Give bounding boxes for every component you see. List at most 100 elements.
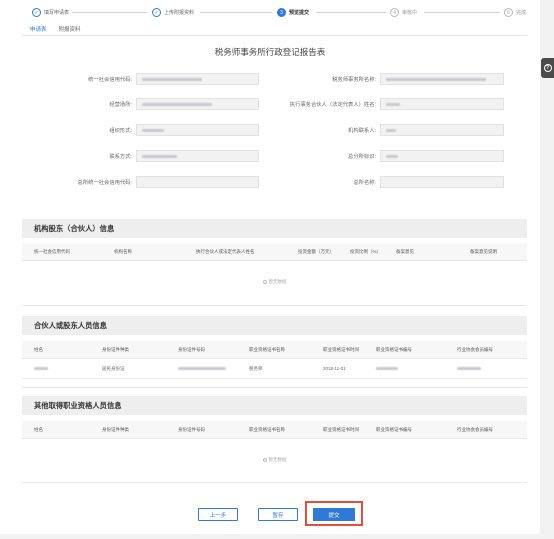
field-credit-code: 统一社会信用代码: (60, 73, 259, 85)
divider (22, 305, 527, 306)
step-label: 审核中 (402, 10, 418, 16)
step-connector (200, 12, 272, 13)
field-org-form: 组织形式: (60, 124, 259, 136)
step-3: 3 预览提交 (277, 8, 309, 17)
section-shareholders: 机构股东（合伙人）信息 统一社会信用代码 机构名称 执行合伙人或法定代表人姓名 … (22, 219, 527, 285)
help-button[interactable]: ? (541, 58, 554, 78)
cell-id-no (166, 359, 237, 379)
cell-id-type: 居民身份证 (102, 365, 125, 371)
column-header: 备案意见说明 (470, 248, 497, 254)
step-1: ✓ 填写申请表 (32, 8, 69, 17)
credit-code-input[interactable] (136, 73, 259, 85)
column-header: 职业资格证书时间 (323, 426, 359, 432)
section-title: 合伙人或股东人员信息 (22, 316, 527, 335)
org-form-input[interactable] (136, 124, 259, 136)
field-label: 机构联系人: (348, 128, 376, 134)
partner-input[interactable] (380, 98, 504, 110)
divider (22, 482, 527, 483)
column-header: 行业协会会员编号 (457, 346, 493, 352)
check-icon: ✓ (32, 8, 41, 17)
field-label: 总所统一社会信用代码: (77, 180, 132, 186)
column-header: 姓名 (34, 346, 43, 352)
field-firm-name: 税务师事务所名称: (270, 73, 504, 85)
form-title: 税务师事务所行政登记报告表 (214, 47, 326, 57)
step-number: 5 (504, 8, 513, 17)
column-header: 身份证件号码 (178, 346, 205, 352)
cell-member-no (445, 359, 527, 379)
field-address: 经营场所: (60, 98, 259, 110)
column-header: 职业资格证书编号 (376, 426, 412, 432)
empty-icon (262, 279, 267, 284)
field-label: 统一社会信用代码: (88, 77, 132, 83)
cell-cert-date: 2018-11-01 (323, 366, 346, 371)
submit-button[interactable]: 提交 (313, 508, 355, 521)
column-header: 投资金额（万元） (298, 248, 334, 254)
column-header: 机构名称 (114, 248, 132, 254)
save-draft-button[interactable]: 暂存 (258, 508, 298, 521)
column-header: 备案意见 (396, 248, 414, 254)
table-header: 统一社会信用代码 机构名称 执行合伙人或法定代表人姓名 投资金额（万元） 投资比… (22, 243, 527, 261)
field-hq-flag: 总分所标识: (270, 150, 504, 162)
field-label: 组织形式: (109, 128, 132, 134)
step-connector (72, 12, 147, 13)
field-label: 总分所标识: (348, 154, 376, 160)
field-contact: 机构联系人: (270, 124, 504, 136)
step-label: 完成 (516, 10, 527, 16)
firm-name-input[interactable] (380, 73, 504, 85)
divider (22, 35, 527, 36)
column-header: 职业资格证书名称 (249, 346, 285, 352)
cell-cert-name: 税务师 (249, 365, 263, 371)
step-number: 4 (390, 8, 399, 17)
hq-name-input[interactable] (380, 176, 504, 188)
column-header: 职业资格证书编号 (376, 346, 412, 352)
check-icon: ✓ (152, 8, 161, 17)
column-header: 身份证件种类 (102, 346, 129, 352)
field-label: 经营场所: (109, 102, 132, 108)
column-header: 职业资格证书时间 (323, 346, 359, 352)
step-label: 上传附报资料 (164, 10, 195, 16)
field-partner: 执行事务合伙人（法定代表人）姓名: (270, 98, 504, 110)
step-connector (316, 12, 386, 13)
step-2: ✓ 上传附报资料 (152, 8, 194, 17)
table-header: 姓名 身份证件种类 身份证件号码 职业资格证书名称 职业资格证书时间 职业资格证… (22, 341, 527, 359)
prev-step-button[interactable]: 上一步 (198, 508, 238, 521)
field-hq-credit-code: 总所统一社会信用代码: (60, 176, 259, 188)
divider (22, 387, 527, 388)
table-header: 姓名 身份证件种类 身份证件号码 职业资格证书名称 职业资格证书时间 职业资格证… (22, 421, 527, 439)
column-header: 姓名 (34, 426, 43, 432)
empty-state: 暂无数据 (22, 279, 527, 285)
section-title: 其他取得职业资格人员信息 (22, 396, 527, 415)
progress-steps: ✓ 填写申请表 ✓ 上传附报资料 3 预览提交 4 审核中 5 完成 (0, 0, 540, 22)
contact-input[interactable] (380, 124, 504, 136)
section-partners: 合伙人或股东人员信息 姓名 身份证件种类 身份证件号码 职业资格证书名称 职业资… (22, 316, 527, 379)
hq-credit-code-input[interactable] (136, 176, 259, 188)
field-label: 总所名称: (353, 180, 376, 186)
step-number: 3 (277, 8, 286, 17)
cell-cert-no (364, 359, 445, 379)
field-label: 联系方式: (109, 154, 132, 160)
table-row: 居民身份证 税务师 2018-11-01 (22, 359, 527, 379)
field-label: 执行事务合伙人（法定代表人）姓名: (289, 102, 376, 108)
column-header: 投资比例（%） (350, 248, 382, 254)
column-header: 身份证件种类 (102, 426, 129, 432)
step-4: 4 审核中 (390, 8, 417, 17)
empty-icon (262, 457, 267, 462)
field-label: 税务师事务所名称: (332, 77, 376, 83)
address-input[interactable] (136, 98, 259, 110)
help-icon: ? (543, 64, 552, 72)
section-qualified-staff: 其他取得职业资格人员信息 姓名 身份证件种类 身份证件号码 职业资格证书名称 职… (22, 396, 527, 463)
page: ✓ 填写申请表 ✓ 上传附报资料 3 预览提交 4 审核中 5 完成 申请表 附… (0, 0, 540, 534)
column-header: 执行合伙人或法定代表人姓名 (196, 248, 255, 254)
column-header: 行业协会会员编号 (457, 426, 493, 432)
empty-state: 暂无数据 (22, 457, 527, 463)
section-title: 机构股东（合伙人）信息 (22, 219, 527, 238)
step-connector (424, 12, 500, 13)
step-label: 预览提交 (289, 10, 310, 16)
step-label: 填写申请表 (44, 10, 70, 16)
phone-input[interactable] (136, 150, 259, 162)
column-header: 身份证件号码 (178, 426, 205, 432)
hq-flag-input[interactable] (380, 150, 504, 162)
field-phone: 联系方式: (60, 150, 259, 162)
step-5: 5 完成 (504, 8, 526, 17)
column-header: 统一社会信用代码 (34, 248, 70, 254)
